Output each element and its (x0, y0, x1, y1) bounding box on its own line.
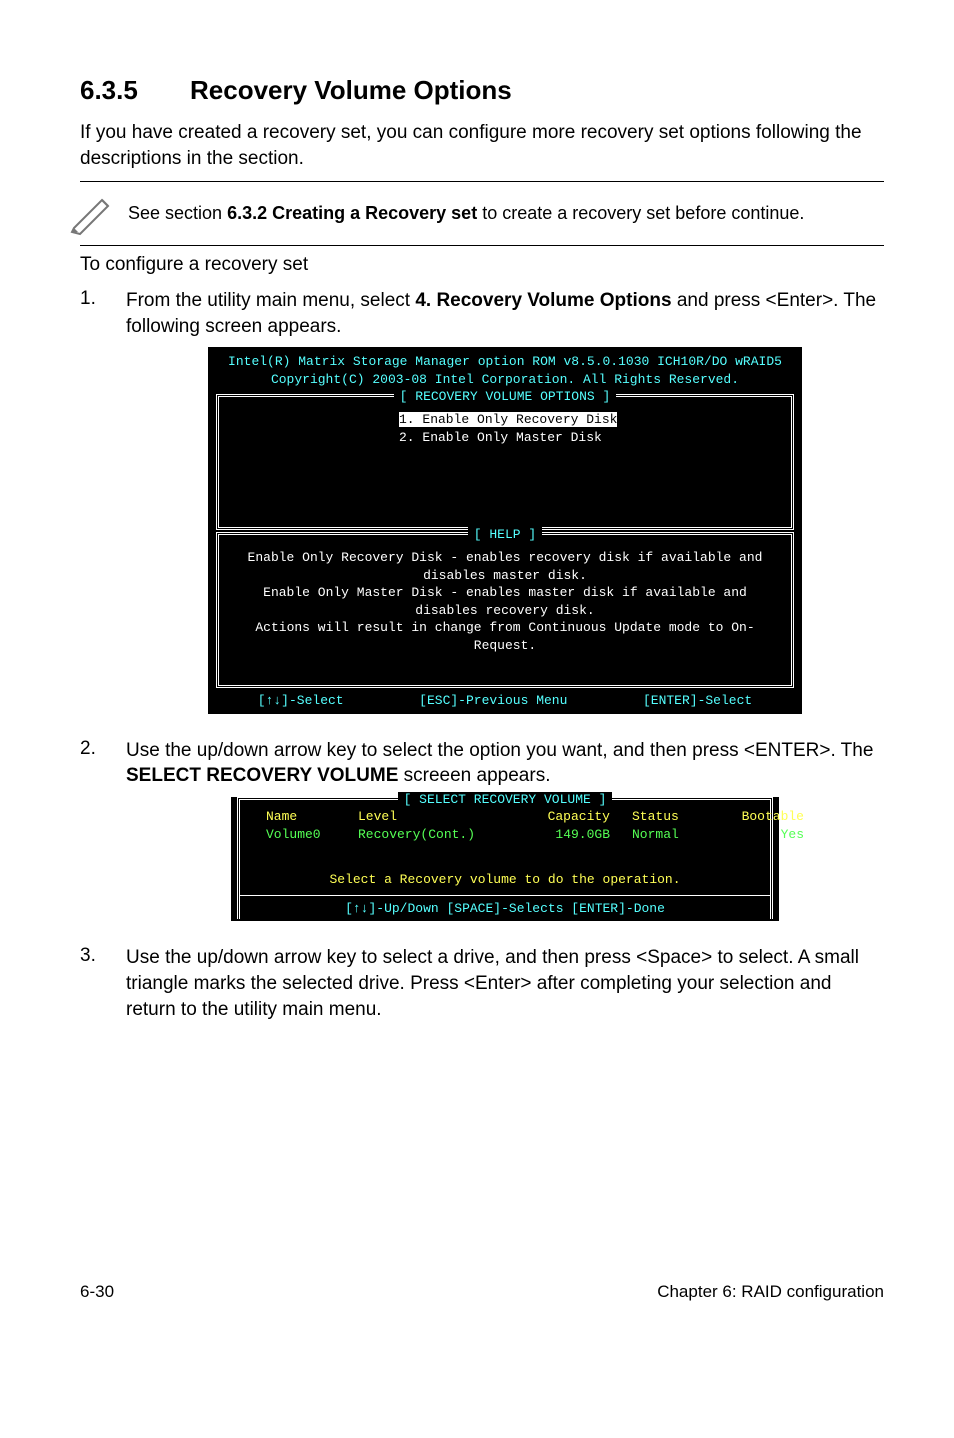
help-line: disables master disk. (237, 567, 773, 585)
section-heading: 6.3.5Recovery Volume Options (80, 75, 884, 106)
rom-header-line2: Copyright(C) 2003-08 Intel Corporation. … (218, 371, 792, 389)
options-box-title: [ RECOVERY VOLUME OPTIONS ] (394, 389, 617, 404)
help-line: Actions will result in change from Conti… (237, 619, 773, 654)
col-level: Level (358, 808, 508, 826)
chapter-label: Chapter 6: RAID configuration (657, 1282, 884, 1302)
help-line: Enable Only Master Disk - enables master… (237, 584, 773, 602)
intro-paragraph: If you have created a recovery set, you … (80, 120, 884, 171)
col-capacity: Capacity (530, 808, 610, 826)
pre-steps-text: To configure a recovery set (80, 252, 884, 278)
select-box-title: [ SELECT RECOVERY VOLUME ] (398, 792, 613, 807)
note-text: See section 6.3.2 Creating a Recovery se… (128, 202, 804, 225)
terminal-select-recovery: [ SELECT RECOVERY VOLUME ] Name Level Ca… (231, 797, 779, 921)
select-prompt: Select a Recovery volume to do the opera… (246, 871, 764, 889)
step-number: 1. (80, 288, 126, 728)
footer-hint-enter: [ENTER]-Select (643, 692, 752, 710)
help-line: Enable Only Recovery Disk - enables reco… (237, 549, 773, 567)
note-callout: See section 6.3.2 Creating a Recovery se… (80, 181, 884, 246)
step-2: 2. Use the up/down arrow key to select t… (80, 738, 884, 935)
help-line: disables recovery disk. (237, 602, 773, 620)
step-3: 3. Use the up/down arrow key to select a… (80, 945, 884, 1022)
rom-header-line1: Intel(R) Matrix Storage Manager option R… (218, 353, 792, 371)
col-status: Status (632, 808, 702, 826)
page-number: 6-30 (80, 1282, 114, 1302)
section-title: Recovery Volume Options (190, 75, 512, 105)
table-row[interactable]: Volume0 Recovery(Cont.) 149.0GB Normal Y… (246, 826, 764, 844)
step-1: 1. From the utility main menu, select 4.… (80, 288, 884, 728)
step-number: 3. (80, 945, 126, 1022)
section-number: 6.3.5 (80, 75, 190, 106)
footer-hint-select: [↑↓]-Select (258, 692, 344, 710)
select-footer-hint: [↑↓]-Up/Down [SPACE]-Selects [ENTER]-Don… (240, 895, 770, 920)
menu-option-1[interactable]: 1. Enable Only Recovery Disk (399, 412, 617, 427)
step-3-text: Use the up/down arrow key to select a dr… (126, 945, 884, 1022)
footer-hint-esc: [ESC]-Previous Menu (419, 692, 567, 710)
col-name: Name (266, 808, 336, 826)
menu-option-2[interactable]: 2. Enable Only Master Disk (399, 429, 781, 447)
pencil-icon (68, 188, 120, 241)
step-number: 2. (80, 738, 126, 935)
terminal-recovery-options: Intel(R) Matrix Storage Manager option R… (208, 347, 802, 714)
help-box-title: [ HELP ] (468, 527, 542, 542)
page-footer: 6-30 Chapter 6: RAID configuration (80, 1282, 884, 1302)
col-bootable: Bootable (724, 808, 804, 826)
